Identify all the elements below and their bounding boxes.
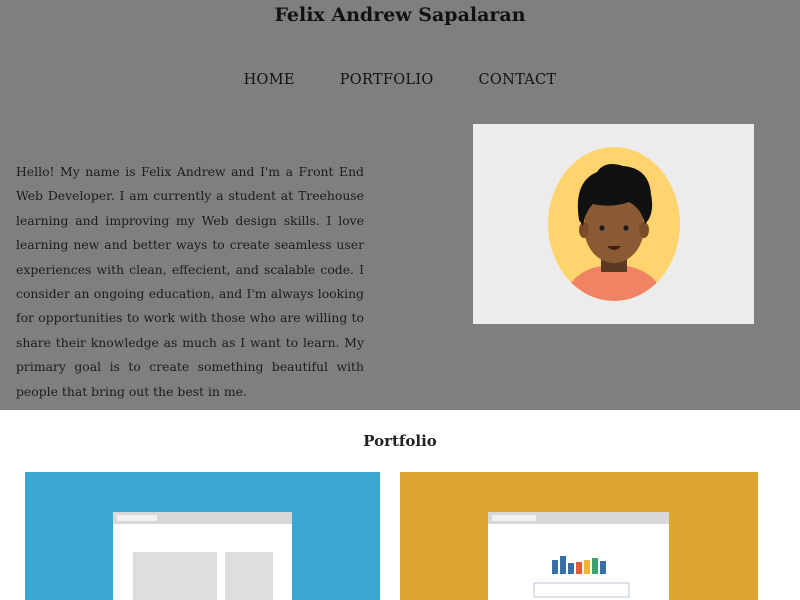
avatar-ear-left	[579, 222, 589, 238]
chart-bar-4	[576, 562, 582, 574]
chart-bar-3	[568, 563, 574, 574]
search-input-mock	[533, 582, 630, 598]
nav-contact-link[interactable]: CONTACT	[479, 72, 557, 88]
avatar-ear-right	[639, 222, 649, 238]
about-bio: Hello! My name is Felix Andrew and I'm a…	[16, 164, 364, 399]
chart-bar-5	[584, 560, 590, 574]
content-block-left	[133, 552, 217, 600]
browser-chart-icon	[488, 512, 669, 600]
browser-tab	[492, 515, 536, 521]
portfolio-item-1[interactable]	[25, 472, 380, 600]
chart-bar-6	[592, 558, 598, 574]
chart-bar-1	[552, 560, 558, 574]
content-block-right	[225, 552, 273, 600]
nav-home-link[interactable]: HOME	[244, 72, 295, 88]
person-avatar-icon	[548, 147, 680, 301]
chart-bar-2	[560, 556, 566, 574]
avatar-eye-right	[623, 225, 629, 231]
browser-tab	[117, 515, 157, 521]
avatar-eye-left	[599, 225, 605, 231]
portfolio-item-2[interactable]	[400, 472, 758, 600]
chart-bar-7	[600, 561, 606, 574]
avatar-card	[473, 124, 754, 324]
main-nav: HOME PORTFOLIO CONTACT	[0, 72, 800, 88]
site-title: Felix Andrew Sapalaran	[274, 4, 526, 26]
nav-portfolio-link[interactable]: PORTFOLIO	[340, 72, 434, 88]
hero-section: Felix Andrew Sapalaran HOME PORTFOLIO CO…	[0, 0, 800, 410]
portfolio-heading: Portfolio	[363, 432, 437, 450]
browser-window-icon	[113, 512, 292, 600]
